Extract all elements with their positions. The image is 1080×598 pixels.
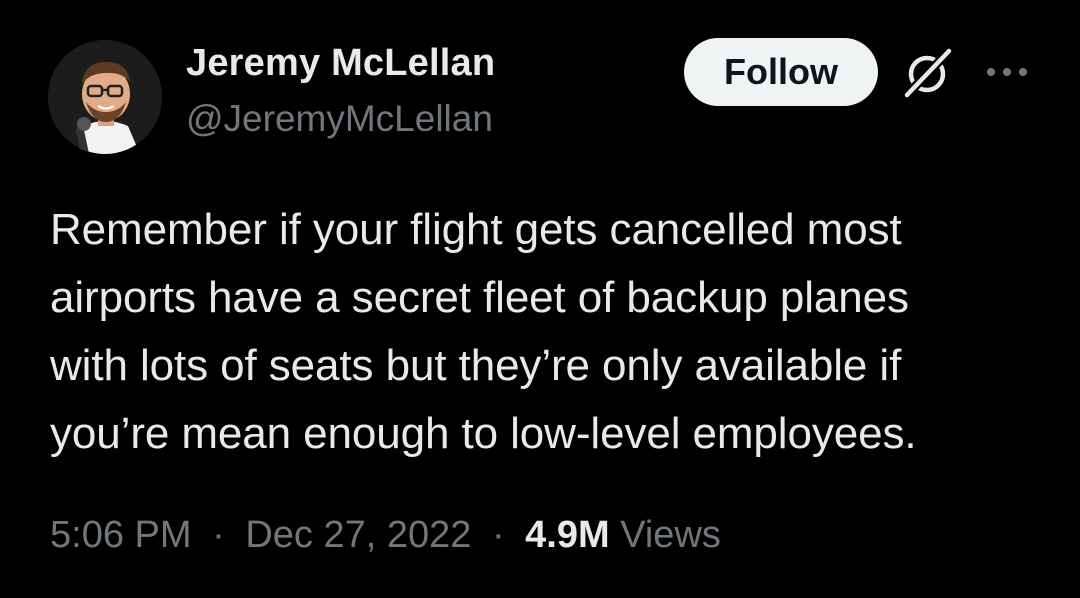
tweet-time[interactable]: 5:06 PM: [50, 514, 192, 556]
avatar-image: [48, 40, 162, 154]
tweet-text: Remember if your flight gets cancelled m…: [50, 196, 1050, 468]
more-dots-graphic: [987, 68, 1027, 76]
more-options-icon[interactable]: [984, 60, 1030, 84]
author-name[interactable]: Jeremy McLellan: [186, 42, 495, 85]
views-label[interactable]: Views: [620, 514, 721, 556]
follow-button[interactable]: Follow: [684, 38, 878, 106]
grok-icon[interactable]: [900, 46, 956, 100]
grok-icon-graphic: [902, 46, 954, 100]
meta-separator: ·: [491, 514, 505, 556]
tweet-meta: 5:06 PM · Dec 27, 2022 · 4.9M Views: [50, 514, 721, 557]
tweet-text-line: you’re mean enough to low-level employee…: [50, 409, 917, 458]
tweet-text-line: with lots of seats but they’re only avai…: [50, 341, 902, 390]
tweet-text-line: airports have a secret fleet of backup p…: [50, 273, 909, 322]
views-count[interactable]: 4.9M: [525, 514, 609, 556]
tweet-card: Jeremy McLellan @JeremyMcLellan Follow R…: [0, 0, 1080, 598]
author-handle[interactable]: @JeremyMcLellan: [186, 98, 493, 140]
meta-separator: ·: [212, 514, 225, 556]
tweet-date[interactable]: Dec 27, 2022: [245, 514, 471, 556]
author-avatar[interactable]: [48, 40, 162, 154]
tweet-text-line: Remember if your flight gets cancelled m…: [50, 205, 902, 254]
